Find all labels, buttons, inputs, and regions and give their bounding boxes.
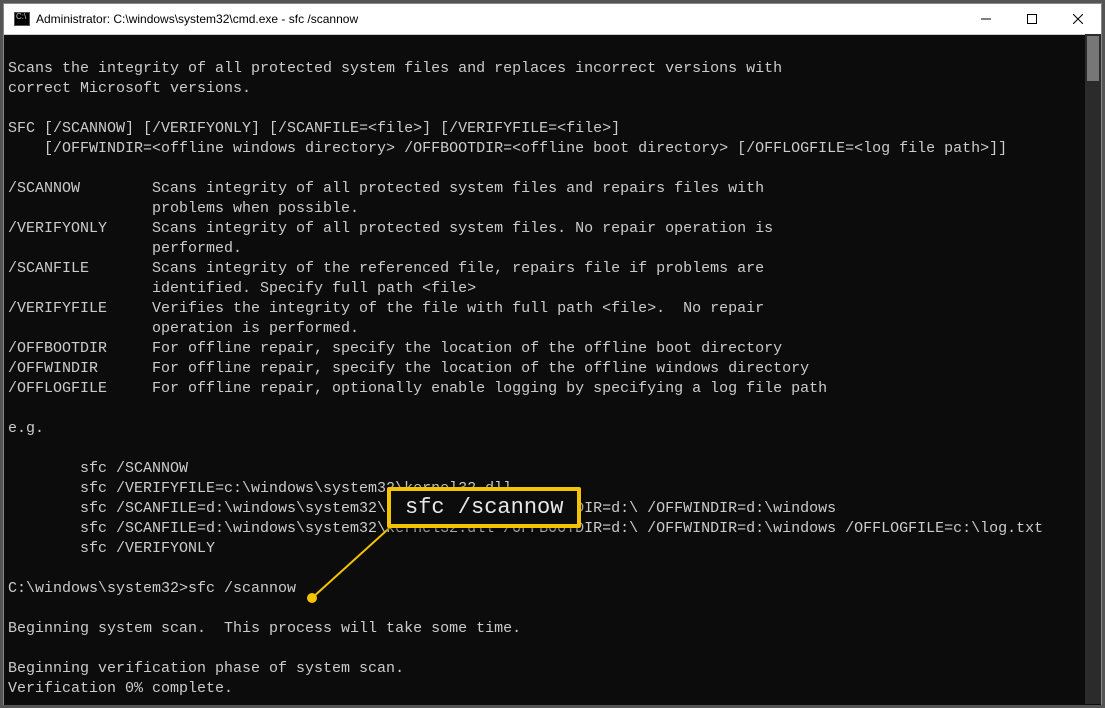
callout-dot-icon (307, 593, 317, 603)
maximize-button[interactable] (1009, 4, 1055, 34)
callout-box: sfc /scannow (387, 487, 581, 528)
prompt-line: C:\windows\system32>sfc /scannow (8, 580, 296, 597)
line: /SCANNOW Scans integrity of all protecte… (8, 180, 764, 197)
line: /OFFLOGFILE For offline repair, optional… (8, 380, 827, 397)
line: sfc /SCANNOW (8, 460, 188, 477)
line: SFC [/SCANNOW] [/VERIFYONLY] [/SCANFILE=… (8, 120, 620, 137)
minimize-button[interactable] (963, 4, 1009, 34)
line: /OFFBOOTDIR For offline repair, specify … (8, 340, 782, 357)
scrollbar-thumb[interactable] (1087, 36, 1099, 81)
line: problems when possible. (8, 200, 359, 217)
line: Verification 0% complete. (8, 680, 233, 697)
line: performed. (8, 240, 242, 257)
vertical-scrollbar[interactable] (1085, 34, 1101, 704)
callout-text: sfc /scannow (405, 495, 563, 520)
line: Scans the integrity of all protected sys… (8, 60, 782, 77)
line: correct Microsoft versions. (8, 80, 251, 97)
line: e.g. (8, 420, 44, 437)
line: sfc /VERIFYONLY (8, 540, 215, 557)
close-button[interactable] (1055, 4, 1101, 34)
line: /SCANFILE Scans integrity of the referen… (8, 260, 764, 277)
cmd-window: C:\ Administrator: C:\windows\system32\c… (4, 4, 1101, 704)
line: /OFFWINDIR For offline repair, specify t… (8, 360, 809, 377)
line: /VERIFYFILE Verifies the integrity of th… (8, 300, 764, 317)
titlebar[interactable]: C:\ Administrator: C:\windows\system32\c… (4, 4, 1101, 35)
terminal-output[interactable]: Scans the integrity of all protected sys… (4, 35, 1101, 705)
line: Beginning verification phase of system s… (8, 660, 404, 677)
line: identified. Specify full path <file> (8, 280, 476, 297)
line: [/OFFWINDIR=<offline windows directory> … (8, 140, 1007, 157)
cmd-icon: C:\ (12, 9, 32, 29)
line: /VERIFYONLY Scans integrity of all prote… (8, 220, 773, 237)
line: operation is performed. (8, 320, 359, 337)
line: Beginning system scan. This process will… (8, 620, 521, 637)
window-title: Administrator: C:\windows\system32\cmd.e… (36, 12, 963, 26)
